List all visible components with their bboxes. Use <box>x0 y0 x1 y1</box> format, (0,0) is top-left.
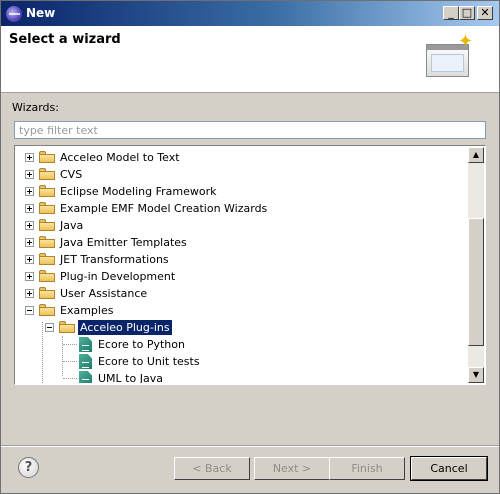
wizard-tree[interactable]: Acceleo Model to Text CVS Eclipse Modeling… <box>14 145 486 385</box>
tree-item-label: User Assistance <box>60 287 148 300</box>
wizard-file-icon <box>79 371 92 383</box>
title-bar[interactable]: New _ □ ✕ <box>1 1 499 26</box>
tree-item[interactable]: Java Emitter Templates <box>16 234 470 251</box>
expand-icon[interactable] <box>25 187 34 196</box>
tree-item-label: Examples <box>60 304 114 317</box>
folder-icon <box>39 269 56 283</box>
folder-icon <box>39 286 56 300</box>
tree-item-label: Acceleo Plug-ins <box>78 320 172 335</box>
expand-icon[interactable] <box>25 170 34 179</box>
tree-item[interactable]: Plug-in Development <box>16 268 470 285</box>
minimize-button[interactable]: _ <box>443 6 459 20</box>
folder-icon <box>39 218 56 232</box>
collapse-icon[interactable] <box>45 323 54 332</box>
folder-icon <box>39 235 56 249</box>
tree-item[interactable]: UML to Java <box>16 370 470 383</box>
tree-item-label: Plug-in Development <box>60 270 176 283</box>
tree-item-label: Acceleo Model to Text <box>60 151 180 164</box>
collapse-icon[interactable] <box>25 306 34 315</box>
folder-icon <box>59 320 76 334</box>
eclipse-icon <box>6 6 22 22</box>
tree-item[interactable]: Ecore to Python <box>16 336 470 353</box>
new-wizard-dialog: New _ □ ✕ Select a wizard ✦ Wizards: Acc… <box>0 0 500 494</box>
tree-item[interactable]: Examples <box>16 302 470 319</box>
cancel-button[interactable]: Cancel <box>410 456 488 481</box>
tree-item-label: Ecore to Python <box>98 338 185 351</box>
folder-icon <box>39 184 56 198</box>
tree-item[interactable]: Acceleo Model to Text <box>16 149 470 166</box>
tree-item[interactable]: Java <box>16 217 470 234</box>
expand-icon[interactable] <box>25 204 34 213</box>
tree-item-label: Example EMF Model Creation Wizards <box>60 202 268 215</box>
folder-icon <box>39 201 56 215</box>
expand-icon[interactable] <box>25 238 34 247</box>
maximize-button[interactable]: □ <box>459 6 475 20</box>
vertical-scrollbar[interactable]: ▲ ▼ <box>468 147 484 383</box>
wizard-file-icon <box>79 337 92 352</box>
tree-item[interactable]: Example EMF Model Creation Wizards <box>16 200 470 217</box>
new-wizard-icon: ✦ <box>425 33 473 81</box>
tree-item-label: JET Transformations <box>60 253 169 266</box>
back-button[interactable]: < Back <box>174 457 250 480</box>
tree-item[interactable]: Eclipse Modeling Framework <box>16 183 470 200</box>
window-title: New <box>26 6 56 20</box>
tree-item[interactable]: Ecore to Unit tests <box>16 353 470 370</box>
wizards-label: Wizards: <box>12 101 59 114</box>
folder-icon <box>39 167 56 181</box>
scroll-up-button[interactable]: ▲ <box>468 147 484 163</box>
tree-item[interactable]: JET Transformations <box>16 251 470 268</box>
scroll-thumb[interactable] <box>468 218 484 346</box>
expand-icon[interactable] <box>25 153 34 162</box>
filter-input[interactable] <box>14 121 486 139</box>
button-bar-separator <box>1 445 499 447</box>
wizard-file-icon <box>79 354 92 369</box>
expand-icon[interactable] <box>25 289 34 298</box>
tree-item[interactable]: Acceleo Plug-ins <box>16 319 470 336</box>
tree-item[interactable]: User Assistance <box>16 285 470 302</box>
page-title: Select a wizard <box>9 32 121 47</box>
next-button[interactable]: Next > <box>254 457 330 480</box>
tree-item-label: Java <box>60 219 84 232</box>
close-button[interactable]: ✕ <box>477 6 493 20</box>
wizard-tree-items: Acceleo Model to Text CVS Eclipse Modeling… <box>16 147 470 383</box>
scroll-down-button[interactable]: ▼ <box>468 367 484 383</box>
tree-item-label: UML to Java <box>98 372 163 383</box>
finish-button[interactable]: Finish <box>329 457 405 480</box>
expand-icon[interactable] <box>25 221 34 230</box>
wizard-banner: Select a wizard ✦ <box>1 26 499 93</box>
tree-item-label: CVS <box>60 168 83 181</box>
expand-icon[interactable] <box>25 272 34 281</box>
folder-icon <box>39 303 56 317</box>
expand-icon[interactable] <box>25 255 34 264</box>
tree-item-label: Ecore to Unit tests <box>98 355 200 368</box>
tree-item[interactable]: CVS <box>16 166 470 183</box>
tree-item-label: Java Emitter Templates <box>60 236 187 249</box>
folder-icon <box>39 150 56 164</box>
folder-icon <box>39 252 56 266</box>
help-icon[interactable]: ? <box>18 457 39 478</box>
tree-item-label: Eclipse Modeling Framework <box>60 185 217 198</box>
